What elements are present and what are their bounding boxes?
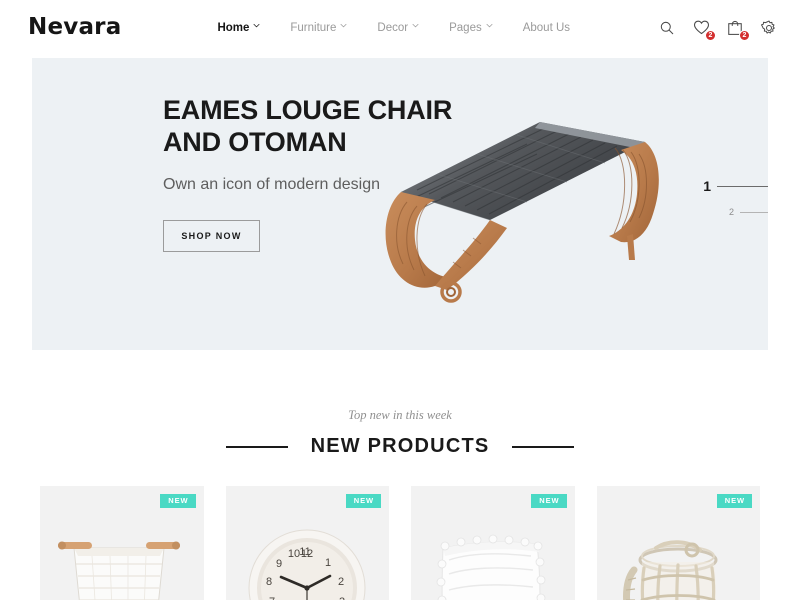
nav-item-label: Furniture	[290, 21, 337, 34]
product-card-wall-clock[interactable]: NEW 12 1 2 3 4 5 6 7 8	[225, 486, 389, 600]
main-navigation: Home Furniture Decor Pages About Us	[217, 22, 570, 34]
new-badge: NEW	[716, 494, 752, 508]
svg-text:1: 1	[325, 557, 331, 569]
svg-text:7: 7	[269, 596, 275, 600]
page-title: NEW PRODUCTS	[310, 435, 490, 457]
nav-item-decor[interactable]: Decor	[377, 22, 419, 34]
new-badge: NEW	[160, 494, 196, 508]
nav-item-label: Decor	[377, 21, 409, 34]
site-logo[interactable]: Nevara	[28, 16, 121, 39]
new-products-section-header: Top new in this week NEW PRODUCTS	[0, 408, 800, 458]
hero-title-line-2: AND OTOMAN	[163, 126, 347, 157]
section-heading-row: NEW PRODUCTS	[0, 435, 800, 458]
shop-now-button[interactable]: SHOP NOW	[163, 220, 260, 253]
nav-item-label: Home	[217, 21, 250, 34]
nav-item-label: About Us	[522, 21, 571, 34]
svg-text:8: 8	[266, 576, 272, 588]
chevron-down-icon	[486, 23, 493, 30]
cart-icon[interactable]: 2	[726, 19, 750, 41]
nav-item-label: Pages	[449, 21, 482, 34]
product-grid: NEW NEW 12 1 2 8 9 10 11 NEW NEW	[40, 486, 760, 600]
hero-slider-pagination: 1 2	[700, 178, 768, 230]
svg-text:11: 11	[300, 546, 311, 558]
hero-title-line-1: EAMES LOUGE CHAIR	[163, 95, 453, 125]
gear-icon[interactable]	[760, 19, 778, 37]
chevron-down-icon	[253, 23, 260, 30]
slider-dot-2[interactable]: 2	[723, 207, 768, 217]
hero-copy: EAMES LOUGE CHAIR AND OTOMAN Own an icon…	[163, 95, 493, 253]
cart-count-badge: 2	[739, 29, 750, 41]
header-actions: 2 2	[658, 19, 778, 41]
section-eyebrow: Top new in this week	[348, 408, 452, 422]
nav-item-about-us[interactable]: About Us	[523, 22, 570, 34]
product-card-woven-basket[interactable]: NEW	[40, 486, 204, 600]
hero-subtitle: Own an icon of modern design	[163, 176, 381, 194]
product-card-rope-lantern[interactable]: NEW	[596, 486, 760, 600]
hero-banner: EAMES LOUGE CHAIR AND OTOMAN Own an icon…	[32, 58, 768, 350]
svg-text:3: 3	[339, 596, 345, 600]
site-header: Nevara Home Furniture Decor Pages About …	[0, 0, 800, 55]
heading-rule-right	[512, 445, 575, 448]
svg-text:9: 9	[276, 558, 282, 570]
slider-dot-number: 1	[703, 178, 711, 194]
slider-dot-1[interactable]: 1	[700, 178, 768, 194]
new-badge: NEW	[531, 494, 567, 508]
search-icon[interactable]	[658, 19, 676, 37]
slider-dot-bar	[717, 185, 768, 187]
nav-item-home[interactable]: Home	[217, 22, 260, 34]
svg-text:2: 2	[338, 576, 344, 588]
product-card-ruffled-pillow[interactable]: NEW	[411, 486, 575, 600]
wishlist-icon[interactable]: 2	[692, 19, 716, 41]
wishlist-count-badge: 2	[705, 29, 716, 41]
chevron-down-icon	[412, 23, 419, 30]
svg-text:10: 10	[288, 548, 300, 560]
nav-item-furniture[interactable]: Furniture	[290, 22, 347, 34]
heading-rule-left	[225, 445, 288, 448]
new-badge: NEW	[345, 494, 381, 508]
chevron-down-icon	[340, 23, 347, 30]
slider-dot-bar	[740, 211, 768, 213]
hero-title: EAMES LOUGE CHAIR AND OTOMAN	[163, 95, 493, 158]
nav-item-pages[interactable]: Pages	[449, 22, 493, 34]
slider-dot-number: 2	[728, 207, 734, 217]
